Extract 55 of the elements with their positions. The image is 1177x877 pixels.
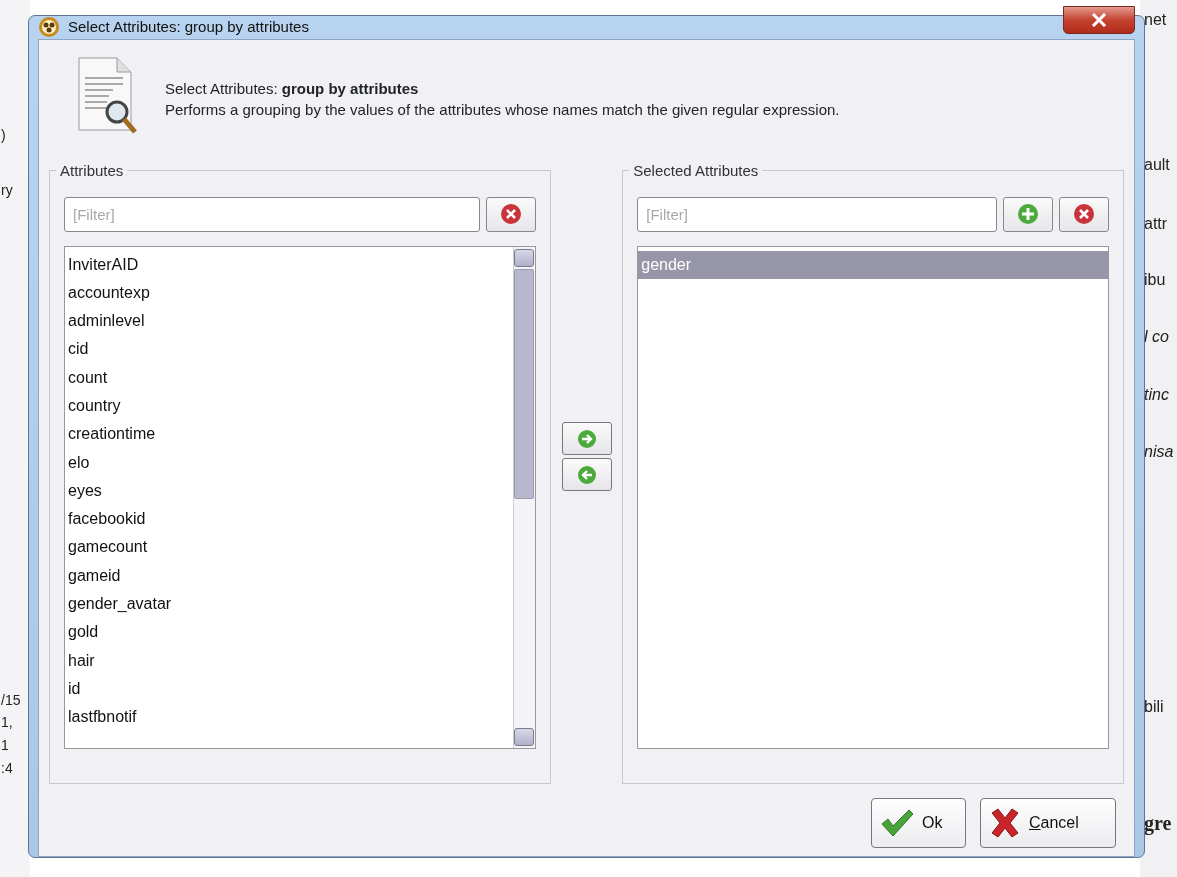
scroll-thumb[interactable] xyxy=(514,268,535,499)
background-text: ibu xyxy=(1144,270,1166,290)
list-item[interactable]: cid xyxy=(65,335,513,364)
checkmark-icon xyxy=(880,807,914,838)
list-item[interactable]: id xyxy=(65,674,513,704)
list-item[interactable]: creationtime xyxy=(65,420,513,449)
list-item[interactable]: facebookid xyxy=(65,505,513,534)
background-text: attr xyxy=(1144,214,1168,234)
clear-icon xyxy=(1073,203,1095,225)
clear-filter-button[interactable] xyxy=(1059,196,1109,232)
scroll-up-button[interactable] xyxy=(514,248,535,267)
background-text: ault xyxy=(1144,155,1170,175)
app-logo-icon xyxy=(38,16,60,39)
list-item[interactable]: count xyxy=(65,363,513,392)
window-title: Select Attributes: group by attributes xyxy=(68,17,309,37)
background-text: /15 xyxy=(1,691,21,710)
background-text: nisa xyxy=(1144,442,1174,462)
list-item[interactable]: hair xyxy=(65,646,513,675)
background-text: tinc xyxy=(1144,385,1169,405)
list-item[interactable]: gold xyxy=(65,618,513,647)
list-item[interactable]: InviterAID xyxy=(65,250,513,279)
background-text: 1 xyxy=(1,736,9,755)
background-text: net xyxy=(1144,10,1167,30)
list-item[interactable]: adminlevel xyxy=(65,307,513,336)
background-text: gre xyxy=(1144,811,1172,837)
ok-button[interactable]: Ok xyxy=(871,797,966,848)
list-item[interactable]: lastfbnotif xyxy=(65,703,513,732)
add-button[interactable] xyxy=(1003,196,1053,232)
background-text: ry xyxy=(1,181,13,200)
background-text: ) xyxy=(1,126,6,145)
operator-description: Performs a grouping by the values of the attributes whose names match the given regular expression. xyxy=(165,99,840,120)
remove-selected-button[interactable] xyxy=(561,458,612,491)
list-item[interactable]: gameid xyxy=(65,561,513,591)
cancel-button[interactable]: Cancel xyxy=(980,797,1116,848)
list-item[interactable]: elo xyxy=(65,448,513,477)
filter-field[interactable]: [Filter] xyxy=(637,196,997,232)
background-text: 1, xyxy=(1,713,13,732)
scrollbar[interactable] xyxy=(512,246,535,748)
scroll-down-button[interactable] xyxy=(514,727,535,746)
filter-field[interactable]: [Filter] xyxy=(64,196,480,232)
clear-icon xyxy=(499,203,522,225)
clear-filter-button[interactable] xyxy=(485,196,536,232)
plus-icon xyxy=(1017,203,1039,225)
add-selected-button[interactable] xyxy=(561,422,612,455)
background-text: :4 xyxy=(1,759,13,778)
list-item[interactable]: eyes xyxy=(65,476,513,506)
list-item[interactable]: accountexp xyxy=(65,278,513,308)
background-text: bili xyxy=(1144,697,1164,717)
close-button[interactable] xyxy=(1063,6,1135,35)
list-item[interactable]: country xyxy=(65,392,513,421)
operator-title: Select Attributes: group by attributes xyxy=(165,78,420,99)
cross-icon xyxy=(989,807,1021,838)
close-icon xyxy=(1091,13,1107,28)
list-item[interactable]: gender_avatar xyxy=(65,590,513,619)
list-item[interactable]: gamecount xyxy=(65,533,513,562)
